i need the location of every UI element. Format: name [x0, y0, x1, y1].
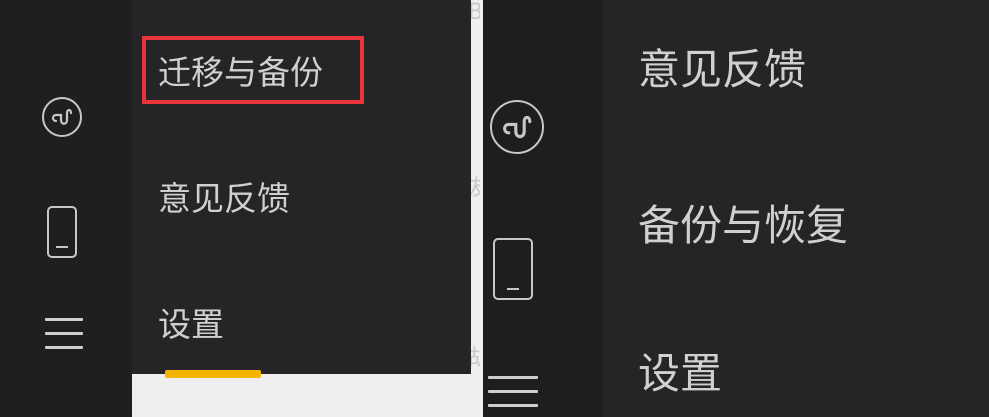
menu-item-settings[interactable]: 设置	[638, 340, 722, 401]
mini-program-icon[interactable]	[490, 100, 544, 154]
sidebar	[483, 0, 603, 417]
phone-icon[interactable]	[47, 206, 77, 258]
menu-item-settings[interactable]: 设置	[158, 298, 224, 346]
hamburger-menu-icon[interactable]	[488, 376, 538, 407]
background-strip	[132, 374, 471, 417]
highlight-box	[142, 36, 364, 104]
mini-program-icon[interactable]	[42, 97, 82, 137]
menu-item-feedback[interactable]: 意见反馈	[638, 36, 806, 97]
hamburger-menu-icon[interactable]	[45, 318, 83, 349]
right-screenshot-panel: 意见反馈 备份与恢复 设置	[483, 0, 989, 417]
accent-bar	[165, 370, 261, 378]
menu-item-feedback[interactable]: 意见反馈	[158, 172, 290, 220]
left-screenshot-panel: B 友 胡 迁移与备份 意见反馈 设置	[0, 0, 480, 417]
sidebar	[0, 0, 132, 417]
menu-item-backup-restore[interactable]: 备份与恢复	[638, 192, 848, 253]
phone-icon[interactable]	[493, 238, 533, 300]
